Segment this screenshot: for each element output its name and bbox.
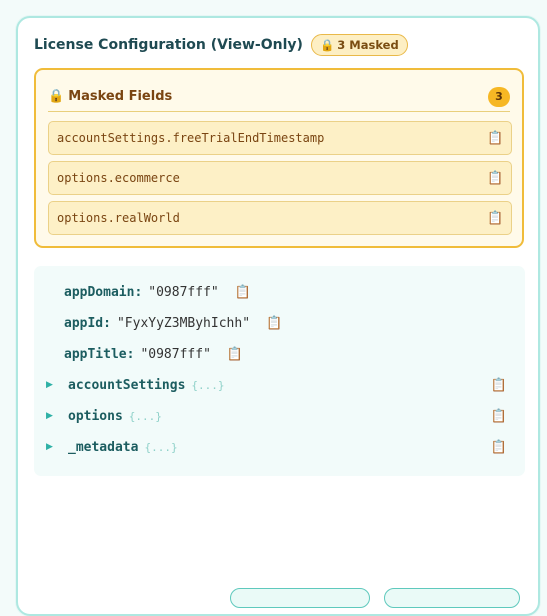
masked-fields-count: 3 <box>488 86 510 107</box>
clipboard-icon[interactable]: 📋 <box>491 378 507 393</box>
clipboard-icon[interactable]: 📋 <box>491 440 507 455</box>
footer-button-left[interactable] <box>230 588 370 608</box>
masked-fields-title-label: Masked Fields <box>68 89 173 104</box>
tree-group-row[interactable]: ▶ _metadata {...} 📋 <box>34 435 525 459</box>
masked-field-row: accountSettings.freeTrialEndTimestamp 📋 <box>48 121 512 155</box>
tree-group-brace: {...} <box>128 409 162 423</box>
masked-field-row: options.ecommerce 📋 <box>48 161 512 195</box>
config-tree: appDomain: "0987fff" 📋 appId: "FyxYyZ3MB… <box>34 266 525 476</box>
tree-row: appTitle: "0987fff" 📋 <box>34 342 525 366</box>
clipboard-icon[interactable]: 📋 <box>227 347 243 362</box>
clipboard-icon[interactable]: 📋 <box>266 316 282 331</box>
masked-badge-label: 3 Masked <box>337 38 399 52</box>
tree-group-key[interactable]: options <box>68 409 123 424</box>
footer-button-right[interactable] <box>384 588 520 608</box>
tree-row: appDomain: "0987fff" 📋 <box>34 280 525 304</box>
expand-triangle-icon[interactable]: ▶ <box>46 380 58 390</box>
masked-count-badge: 🔒 3 Masked <box>310 34 408 56</box>
expand-triangle-icon[interactable]: ▶ <box>46 411 58 421</box>
page-title: License Configuration (View-Only) <box>34 37 303 53</box>
panel-header: License Configuration (View-Only) 🔒 3 Ma… <box>34 34 408 56</box>
masked-fields-header: 🔒 Masked Fields 3 <box>48 82 510 112</box>
clipboard-icon[interactable]: 📋 <box>487 211 503 226</box>
tree-key: appDomain: <box>64 284 143 300</box>
tree-group-row[interactable]: ▶ accountSettings {...} 📋 <box>34 373 525 397</box>
masked-fields-box: 🔒 Masked Fields 3 accountSettings.freeTr… <box>34 68 524 248</box>
clipboard-icon[interactable]: 📋 <box>487 131 503 146</box>
lock-icon: 🔒 <box>319 38 335 52</box>
tree-row: appId: "FyxYyZ3MByhIchh" 📋 <box>34 311 525 335</box>
tree-value: "0987fff" <box>140 346 211 362</box>
clipboard-icon[interactable]: 📋 <box>235 285 251 300</box>
masked-field-path: options.realWorld <box>57 211 180 225</box>
tree-value: "FyxYyZ3MByhIchh" <box>116 315 251 331</box>
tree-group-key[interactable]: accountSettings <box>68 378 185 393</box>
masked-field-path: options.ecommerce <box>57 171 180 185</box>
masked-fields-title: 🔒 Masked Fields <box>48 89 172 104</box>
license-config-panel: License Configuration (View-Only) 🔒 3 Ma… <box>16 16 540 616</box>
expand-triangle-icon[interactable]: ▶ <box>46 442 58 452</box>
tree-group-brace: {...} <box>191 378 225 392</box>
masked-field-row: options.realWorld 📋 <box>48 201 512 235</box>
clipboard-icon[interactable]: 📋 <box>491 409 507 424</box>
tree-value: "0987fff" <box>148 284 219 300</box>
tree-key: appTitle: <box>64 346 135 362</box>
tree-group-row[interactable]: ▶ options {...} 📋 <box>34 404 525 428</box>
tree-group-key[interactable]: _metadata <box>68 440 138 455</box>
tree-group-brace: {...} <box>144 440 178 454</box>
clipboard-icon[interactable]: 📋 <box>487 171 503 186</box>
tree-key: appId: <box>64 315 111 331</box>
masked-field-path: accountSettings.freeTrialEndTimestamp <box>57 131 325 145</box>
lock-icon: 🔒 <box>48 89 65 104</box>
